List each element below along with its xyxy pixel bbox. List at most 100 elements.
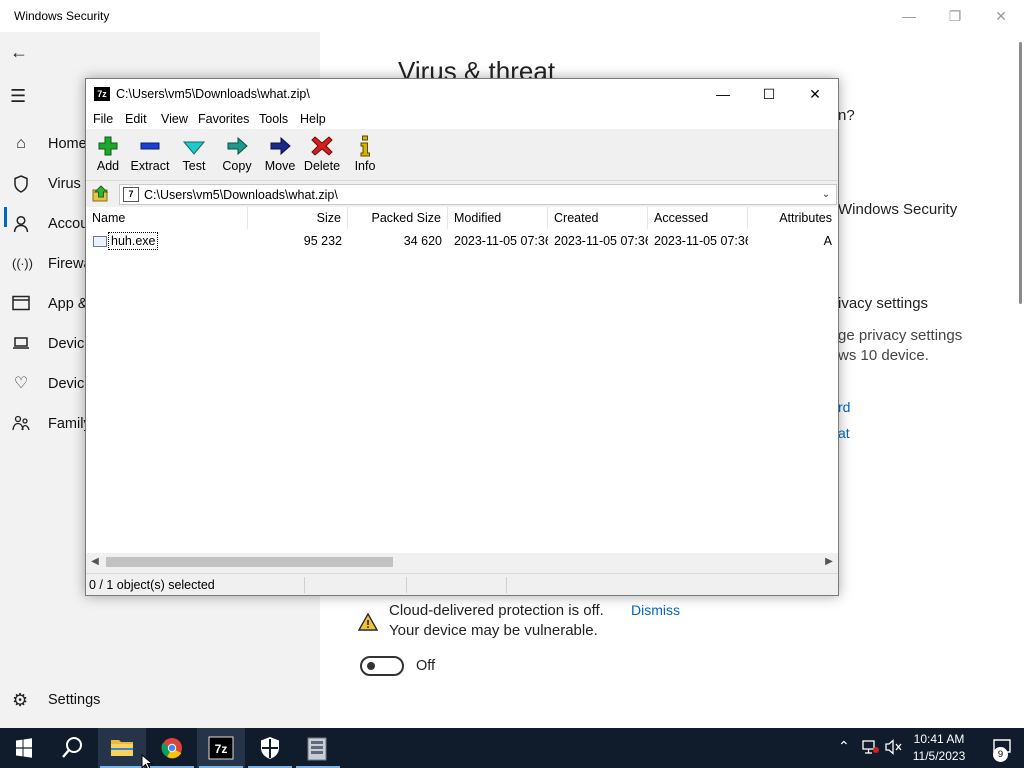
family-icon bbox=[12, 415, 30, 433]
selection-status: 0 / 1 object(s) selected bbox=[89, 578, 215, 592]
move-button[interactable]: Move bbox=[258, 133, 302, 177]
info-icon bbox=[360, 135, 370, 157]
scrollbar[interactable] bbox=[1019, 42, 1022, 304]
sidebar-item-label: Home bbox=[48, 136, 87, 152]
taskbar-7zip[interactable]: 7z bbox=[197, 728, 245, 768]
scrollbar-thumb[interactable] bbox=[106, 557, 393, 567]
file-list[interactable]: Name Size Packed Size Modified Created A… bbox=[86, 207, 838, 571]
menu-help[interactable]: Help bbox=[300, 112, 326, 126]
status-divider bbox=[406, 577, 407, 593]
file-size: 95 232 bbox=[303, 234, 342, 248]
minimize-button[interactable]: — bbox=[894, 4, 924, 28]
file-name[interactable]: huh.exe bbox=[108, 232, 159, 250]
wifi-icon: ((·)) bbox=[12, 256, 33, 271]
shield-icon bbox=[12, 175, 30, 193]
heart-icon: ♡ bbox=[13, 375, 29, 392]
text-fragment: ws 10 device. bbox=[838, 347, 929, 364]
toolbar-label: Extract bbox=[130, 159, 170, 173]
move-arrow-icon bbox=[270, 136, 291, 156]
column-header-created[interactable]: Created bbox=[548, 207, 648, 229]
cloud-protection-toggle[interactable] bbox=[360, 656, 404, 676]
link-fragment[interactable]: rd bbox=[838, 399, 850, 415]
taskbar: 7z ⌃ 10:41 AM 11/5/2023 9 bbox=[0, 728, 1024, 768]
taskbar-chrome[interactable] bbox=[148, 728, 196, 768]
search-icon bbox=[62, 737, 82, 758]
scroll-right-icon[interactable]: ▶ bbox=[820, 553, 838, 571]
status-divider bbox=[506, 577, 507, 593]
hamburger-menu-icon[interactable]: ☰ bbox=[10, 86, 26, 107]
network-icon[interactable] bbox=[862, 739, 880, 758]
warning-icon bbox=[358, 612, 378, 631]
minimize-button[interactable]: — bbox=[700, 79, 746, 109]
add-plus-icon bbox=[98, 136, 118, 156]
search-button[interactable] bbox=[48, 728, 96, 768]
close-button[interactable]: ✕ bbox=[986, 4, 1016, 28]
column-header-modified[interactable]: Modified bbox=[448, 207, 548, 229]
clock-date[interactable]: 11/5/2023 bbox=[900, 749, 978, 763]
exe-file-icon bbox=[93, 236, 107, 247]
menu-view[interactable]: View bbox=[161, 112, 188, 126]
status-divider bbox=[304, 577, 305, 593]
column-header-accessed[interactable]: Accessed bbox=[648, 207, 748, 229]
info-button[interactable]: Info bbox=[343, 133, 387, 177]
app-window-icon bbox=[12, 295, 30, 313]
person-icon bbox=[12, 215, 30, 233]
add-button[interactable]: Add bbox=[86, 133, 130, 177]
toolbar: Add Extract Test Copy Move Delete Info bbox=[86, 129, 838, 181]
column-header-size[interactable]: Size bbox=[248, 207, 348, 229]
toolbar-label: Delete bbox=[303, 159, 341, 173]
menu-tools[interactable]: Tools bbox=[259, 112, 288, 126]
taskbar-windows-security[interactable] bbox=[246, 728, 294, 768]
menu-favorites[interactable]: Favorites bbox=[198, 112, 249, 126]
text-fragment: Windows Security bbox=[838, 201, 958, 218]
dismiss-link[interactable]: Dismiss bbox=[631, 602, 680, 618]
column-header-name[interactable]: Name bbox=[86, 207, 248, 229]
file-attributes: A bbox=[823, 234, 832, 248]
sidebar-item-settings[interactable]: Settings bbox=[48, 692, 100, 708]
warning-title: Cloud-delivered protection is off. bbox=[389, 602, 604, 619]
column-header-row: Name Size Packed Size Modified Created A… bbox=[86, 207, 838, 229]
path-combobox[interactable]: 7 C:\Users\vm5\Downloads\what.zip\ ⌄ bbox=[119, 184, 837, 205]
notification-badge: 9 bbox=[993, 747, 1008, 762]
address-bar: 7 C:\Users\vm5\Downloads\what.zip\ ⌄ bbox=[86, 182, 838, 206]
menu-file[interactable]: File bbox=[93, 112, 113, 126]
column-header-attributes[interactable]: Attributes bbox=[748, 207, 838, 229]
toolbar-label: Add bbox=[96, 159, 120, 173]
text-fragment: n? bbox=[838, 107, 855, 124]
server-manager-icon bbox=[307, 737, 327, 761]
section-heading: ivacy settings bbox=[838, 295, 929, 312]
title-bar[interactable]: 7z C:\Users\vm5\Downloads\what.zip\ — ☐ … bbox=[86, 79, 838, 109]
toolbar-label: Copy bbox=[222, 159, 252, 173]
warning-subtitle: Your device may be vulnerable. bbox=[389, 622, 598, 639]
restore-button[interactable]: ❐ bbox=[940, 4, 970, 28]
column-header-packed-size[interactable]: Packed Size bbox=[348, 207, 448, 229]
close-button[interactable]: ✕ bbox=[792, 79, 838, 109]
mouse-cursor-icon bbox=[141, 754, 153, 768]
toolbar-label: Info bbox=[354, 159, 376, 173]
chevron-down-icon[interactable]: ⌄ bbox=[818, 186, 834, 204]
extract-button[interactable]: Extract bbox=[128, 133, 172, 177]
text-fragment: ge privacy settings bbox=[838, 327, 963, 344]
taskbar-file-explorer[interactable] bbox=[98, 728, 146, 768]
maximize-button[interactable]: ☐ bbox=[746, 79, 792, 109]
clock-time[interactable]: 10:41 AM bbox=[900, 732, 978, 746]
taskbar-server-manager[interactable] bbox=[294, 728, 342, 768]
delete-button[interactable]: Delete bbox=[300, 133, 344, 177]
toolbar-label: Move bbox=[264, 159, 296, 173]
table-row[interactable]: huh.exe 95 232 34 620 2023-11-05 07:36 2… bbox=[86, 231, 838, 251]
test-button[interactable]: Test bbox=[172, 133, 216, 177]
chevron-up-icon[interactable]: ⌃ bbox=[838, 738, 850, 755]
7zip-app-icon: 7z bbox=[94, 87, 110, 101]
copy-button[interactable]: Copy bbox=[215, 133, 259, 177]
start-button[interactable] bbox=[0, 728, 48, 768]
folder-up-icon[interactable] bbox=[92, 185, 110, 203]
menu-bar: File Edit View Favorites Tools Help bbox=[86, 109, 838, 129]
chrome-icon bbox=[161, 738, 182, 759]
scroll-left-icon[interactable]: ◀ bbox=[86, 553, 104, 571]
link-fragment[interactable]: at bbox=[838, 425, 850, 441]
back-arrow-icon[interactable]: ← bbox=[10, 42, 28, 63]
horizontal-scrollbar[interactable]: ◀ ▶ bbox=[86, 553, 838, 571]
menu-edit[interactable]: Edit bbox=[125, 112, 147, 126]
gear-icon[interactable]: ⚙ bbox=[12, 690, 28, 711]
file-packed-size: 34 620 bbox=[403, 234, 442, 248]
